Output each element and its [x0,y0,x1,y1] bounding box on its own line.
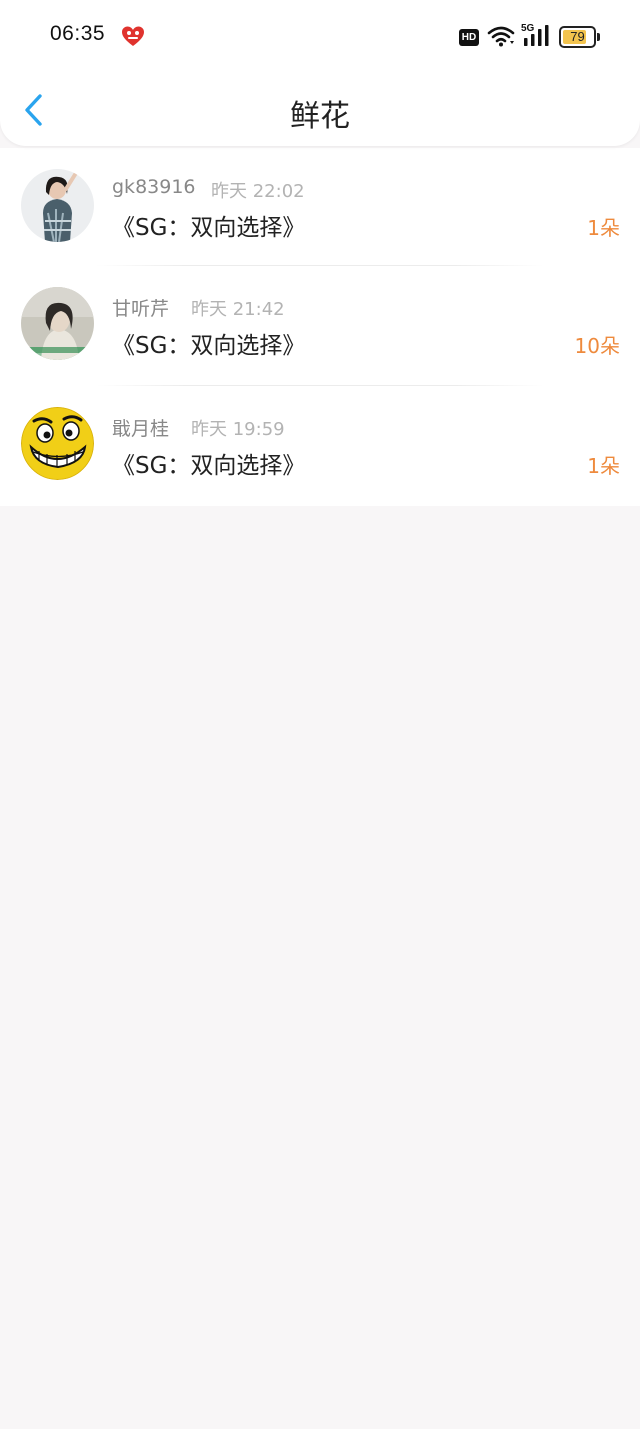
page-title: 鲜花 [290,99,350,134]
user-avatar[interactable] [21,169,94,242]
post-time: 昨天 19:59 [191,419,285,440]
flower-count: 10朵 [574,334,620,358]
status-bar: 06:35 HD 5G 79 [0,0,640,72]
flower-count: 1朵 [587,454,620,478]
list-item[interactable]: 戢月桂 昨天 19:59 《SG：双向选择》 1朵 [0,386,640,506]
wifi-icon [487,26,515,47]
list-item[interactable]: gk83916 昨天 22:02 《SG：双向选择》 1朵 [0,148,640,266]
nav-bar: 鲜花 [0,72,640,146]
battery-icon: 79 [559,26,601,48]
flower-count: 1朵 [587,216,620,240]
post-time: 昨天 21:42 [191,299,285,320]
user-name[interactable]: 甘听芹 [112,294,169,321]
user-name[interactable]: 戢月桂 [112,414,169,441]
hd-voice-icon: HD [459,29,479,46]
battery-level: 79 [570,29,585,44]
user-name[interactable]: gk83916 [112,176,196,198]
cellular-signal-icon: 5G [521,23,551,48]
post-time: 昨天 22:02 [211,181,305,202]
user-avatar[interactable] [21,287,94,360]
list-item[interactable]: 甘听芹 昨天 21:42 《SG：双向选择》 10朵 [0,266,640,386]
thread-title[interactable]: 《SG：双向选择》 [112,446,305,480]
thread-title[interactable]: 《SG：双向选择》 [112,208,305,242]
app-notification-icon [122,26,144,46]
flower-list: gk83916 昨天 22:02 《SG：双向选择》 1朵 甘听芹 昨天 21:… [0,148,640,506]
user-avatar[interactable] [21,407,94,480]
thread-title[interactable]: 《SG：双向选择》 [112,326,305,360]
status-time: 06:35 [50,22,106,45]
header: 06:35 HD 5G 79 鲜花 [0,0,640,146]
